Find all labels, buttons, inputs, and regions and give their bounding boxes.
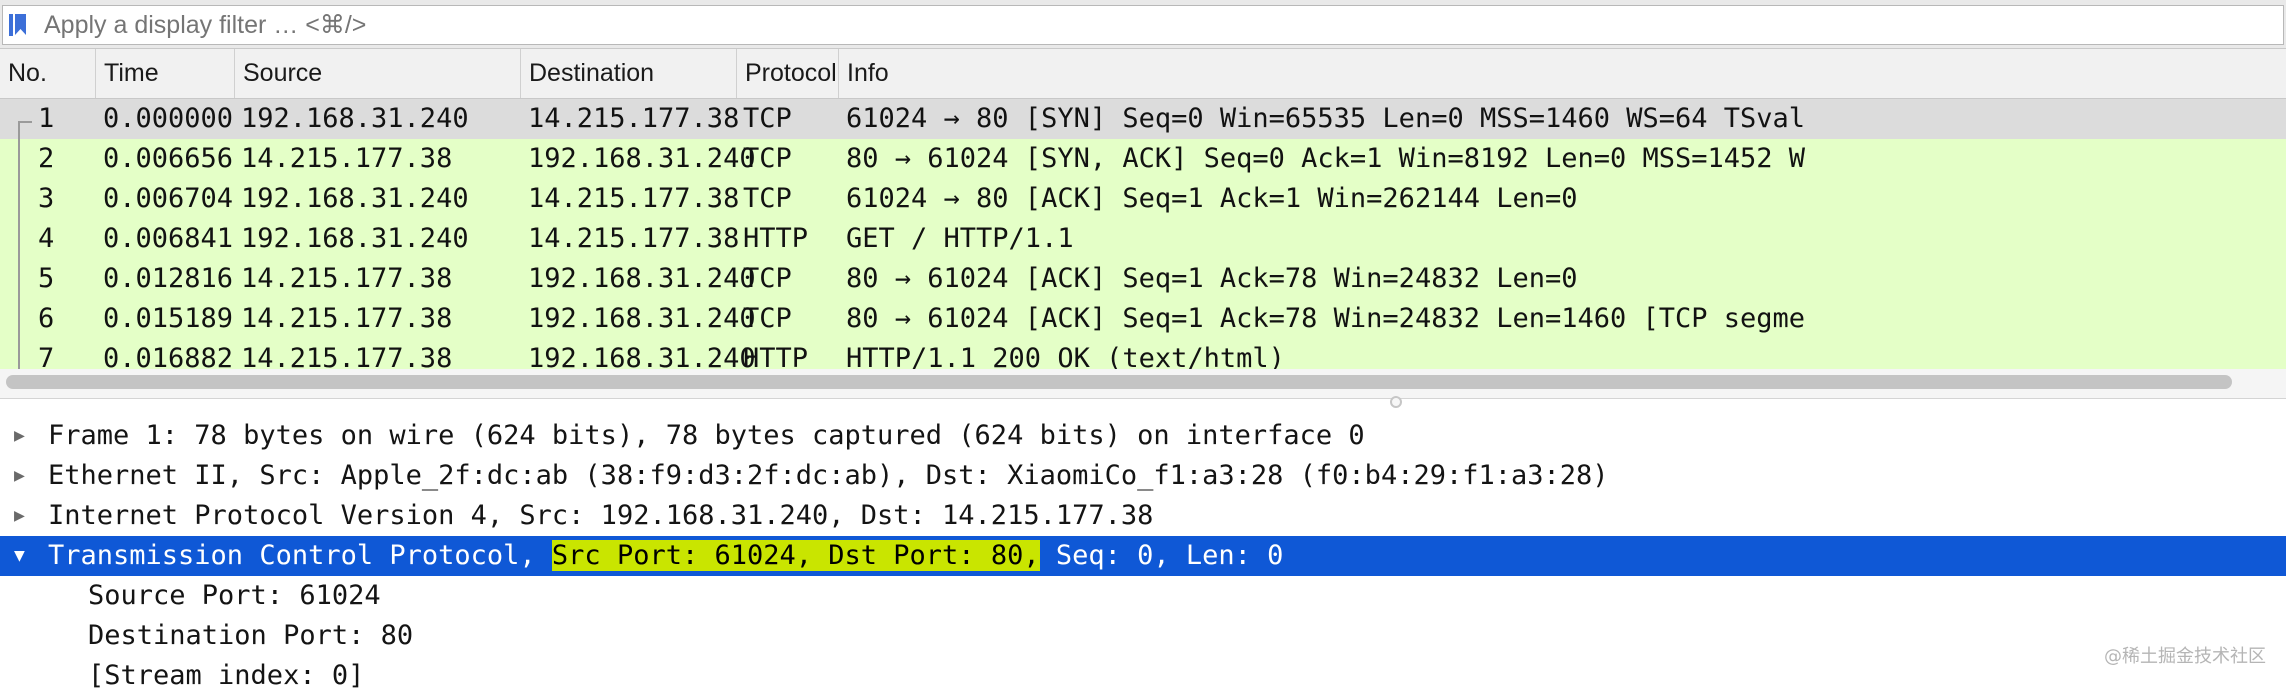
collapse-arrow-icon[interactable]: ▼ (14, 536, 25, 576)
column-header-protocol[interactable]: Protocol (736, 49, 838, 98)
display-filter-input[interactable] (44, 6, 2244, 44)
packet-row[interactable]: 4 0.006841 192.168.31.240 14.215.177.38 … (0, 219, 2286, 259)
watermark: @稀土掘金技术社区 (2104, 646, 2266, 667)
packet-destination: 14.215.177.38 (528, 183, 740, 214)
packet-time: 0.012816 (103, 263, 234, 294)
packet-destination: 192.168.31.240 (528, 343, 756, 369)
packet-time: 0.015189 (103, 303, 234, 334)
packet-row[interactable]: 6 0.015189 14.215.177.38 192.168.31.240 … (0, 299, 2286, 339)
packet-protocol: HTTP (743, 223, 809, 254)
column-header-time[interactable]: Time (95, 49, 234, 98)
detail-row-ethernet[interactable]: ▶ Ethernet II, Src: Apple_2f:dc:ab (38:f… (0, 456, 2286, 496)
detail-row-label: Frame 1: 78 bytes on wire (624 bits), 78… (48, 420, 1365, 451)
detail-row-destination-port[interactable]: Destination Port: 80 (0, 616, 2286, 656)
column-header-source[interactable]: Source (234, 49, 520, 98)
packet-info: 80 → 61024 [ACK] Seq=1 Ack=78 Win=24832 … (846, 303, 1806, 334)
packet-destination: 192.168.31.240 (528, 263, 756, 294)
packet-no: 4 (38, 223, 55, 254)
packet-no: 6 (38, 303, 55, 334)
packet-time: 0.006704 (103, 183, 234, 214)
packet-info: GET / HTTP/1.1 (846, 223, 1074, 254)
packet-time: 0.006656 (103, 143, 234, 174)
packet-no: 2 (38, 143, 55, 174)
packet-protocol: HTTP (743, 343, 809, 369)
packet-time: 0.000000 (103, 103, 234, 134)
column-header-info[interactable]: Info (838, 49, 2286, 98)
packet-no: 1 (38, 103, 55, 134)
packet-time: 0.016882 (103, 343, 234, 369)
packet-destination: 14.215.177.38 (528, 223, 740, 254)
detail-row-stream-index[interactable]: [Stream index: 0] (0, 656, 2286, 696)
detail-row-tcp[interactable]: ▼ Transmission Control Protocol, Src Por… (0, 536, 2286, 576)
packet-info: 80 → 61024 [ACK] Seq=1 Ack=78 Win=24832 … (846, 263, 1578, 294)
packet-source: 192.168.31.240 (241, 103, 469, 134)
packet-destination: 14.215.177.38 (528, 103, 740, 134)
packet-info: 61024 → 80 [ACK] Seq=1 Ack=1 Win=262144 … (846, 183, 1578, 214)
packet-info: 61024 → 80 [SYN] Seq=0 Win=65535 Len=0 M… (846, 103, 1806, 134)
column-header-no[interactable]: No. (0, 49, 95, 98)
packet-protocol: TCP (743, 303, 792, 334)
column-header-destination[interactable]: Destination (520, 49, 736, 98)
packet-no: 5 (38, 263, 55, 294)
pane-splitter-handle[interactable] (1390, 396, 1402, 408)
packet-protocol: TCP (743, 143, 792, 174)
conversation-bracket-start (18, 121, 32, 123)
display-filter-bar (0, 0, 2286, 49)
tcp-label-prefix: Transmission Control Protocol, (48, 540, 552, 571)
packet-info: 80 → 61024 [SYN, ACK] Seq=0 Ack=1 Win=81… (846, 143, 1806, 174)
packet-destination: 192.168.31.240 (528, 303, 756, 334)
packet-source: 14.215.177.38 (241, 303, 453, 334)
packet-row[interactable]: 7 0.016882 14.215.177.38 192.168.31.240 … (0, 339, 2286, 369)
packet-destination: 192.168.31.240 (528, 143, 756, 174)
detail-row-ip[interactable]: ▶ Internet Protocol Version 4, Src: 192.… (0, 496, 2286, 536)
detail-row-label: Internet Protocol Version 4, Src: 192.16… (48, 500, 1154, 531)
packet-protocol: TCP (743, 103, 792, 134)
conversation-bracket-line (18, 121, 20, 369)
packet-list-header: No. Time Source Destination Protocol Inf… (0, 49, 2286, 99)
expand-arrow-icon[interactable]: ▶ (14, 416, 25, 456)
tcp-label-suffix: Seq: 0, Len: 0 (1039, 540, 1284, 571)
packet-row[interactable]: 3 0.006704 192.168.31.240 14.215.177.38 … (0, 179, 2286, 219)
scrollbar-thumb[interactable] (6, 375, 2232, 389)
packet-row[interactable]: 5 0.012816 14.215.177.38 192.168.31.240 … (0, 259, 2286, 299)
packet-source: 14.215.177.38 (241, 343, 453, 369)
expand-arrow-icon[interactable]: ▶ (14, 496, 25, 536)
port-highlight: Src Port: 61024, Dst Port: 80, (551, 540, 1040, 571)
packet-list-horizontal-scrollbar[interactable] (0, 369, 2286, 399)
packet-info: HTTP/1.1 200 OK (text/html) (846, 343, 1285, 369)
packet-source: 14.215.177.38 (241, 143, 453, 174)
detail-row-label: Destination Port: 80 (88, 620, 414, 651)
detail-row-source-port[interactable]: Source Port: 61024 (0, 576, 2286, 616)
detail-row-label: [Stream index: 0] (88, 660, 365, 691)
display-filter-field[interactable] (2, 5, 2284, 45)
detail-row-frame[interactable]: ▶ Frame 1: 78 bytes on wire (624 bits), … (0, 416, 2286, 456)
packet-details-pane: ▶ Frame 1: 78 bytes on wire (624 bits), … (0, 414, 2286, 691)
detail-row-label: Ethernet II, Src: Apple_2f:dc:ab (38:f9:… (48, 460, 1609, 491)
packet-protocol: TCP (743, 263, 792, 294)
detail-row-label: Transmission Control Protocol, Src Port:… (48, 536, 1283, 576)
packet-source: 192.168.31.240 (241, 223, 469, 254)
packet-list: 1 0.000000 192.168.31.240 14.215.177.38 … (0, 99, 2286, 369)
detail-row-label: Source Port: 61024 (88, 580, 381, 611)
packet-source: 14.215.177.38 (241, 263, 453, 294)
packet-no: 7 (38, 343, 55, 369)
packet-source: 192.168.31.240 (241, 183, 469, 214)
expand-arrow-icon[interactable]: ▶ (14, 456, 25, 496)
packet-no: 3 (38, 183, 55, 214)
bookmark-icon[interactable] (9, 14, 27, 36)
packet-protocol: TCP (743, 183, 792, 214)
packet-row[interactable]: 1 0.000000 192.168.31.240 14.215.177.38 … (0, 99, 2286, 139)
packet-row[interactable]: 2 0.006656 14.215.177.38 192.168.31.240 … (0, 139, 2286, 179)
packet-time: 0.006841 (103, 223, 234, 254)
